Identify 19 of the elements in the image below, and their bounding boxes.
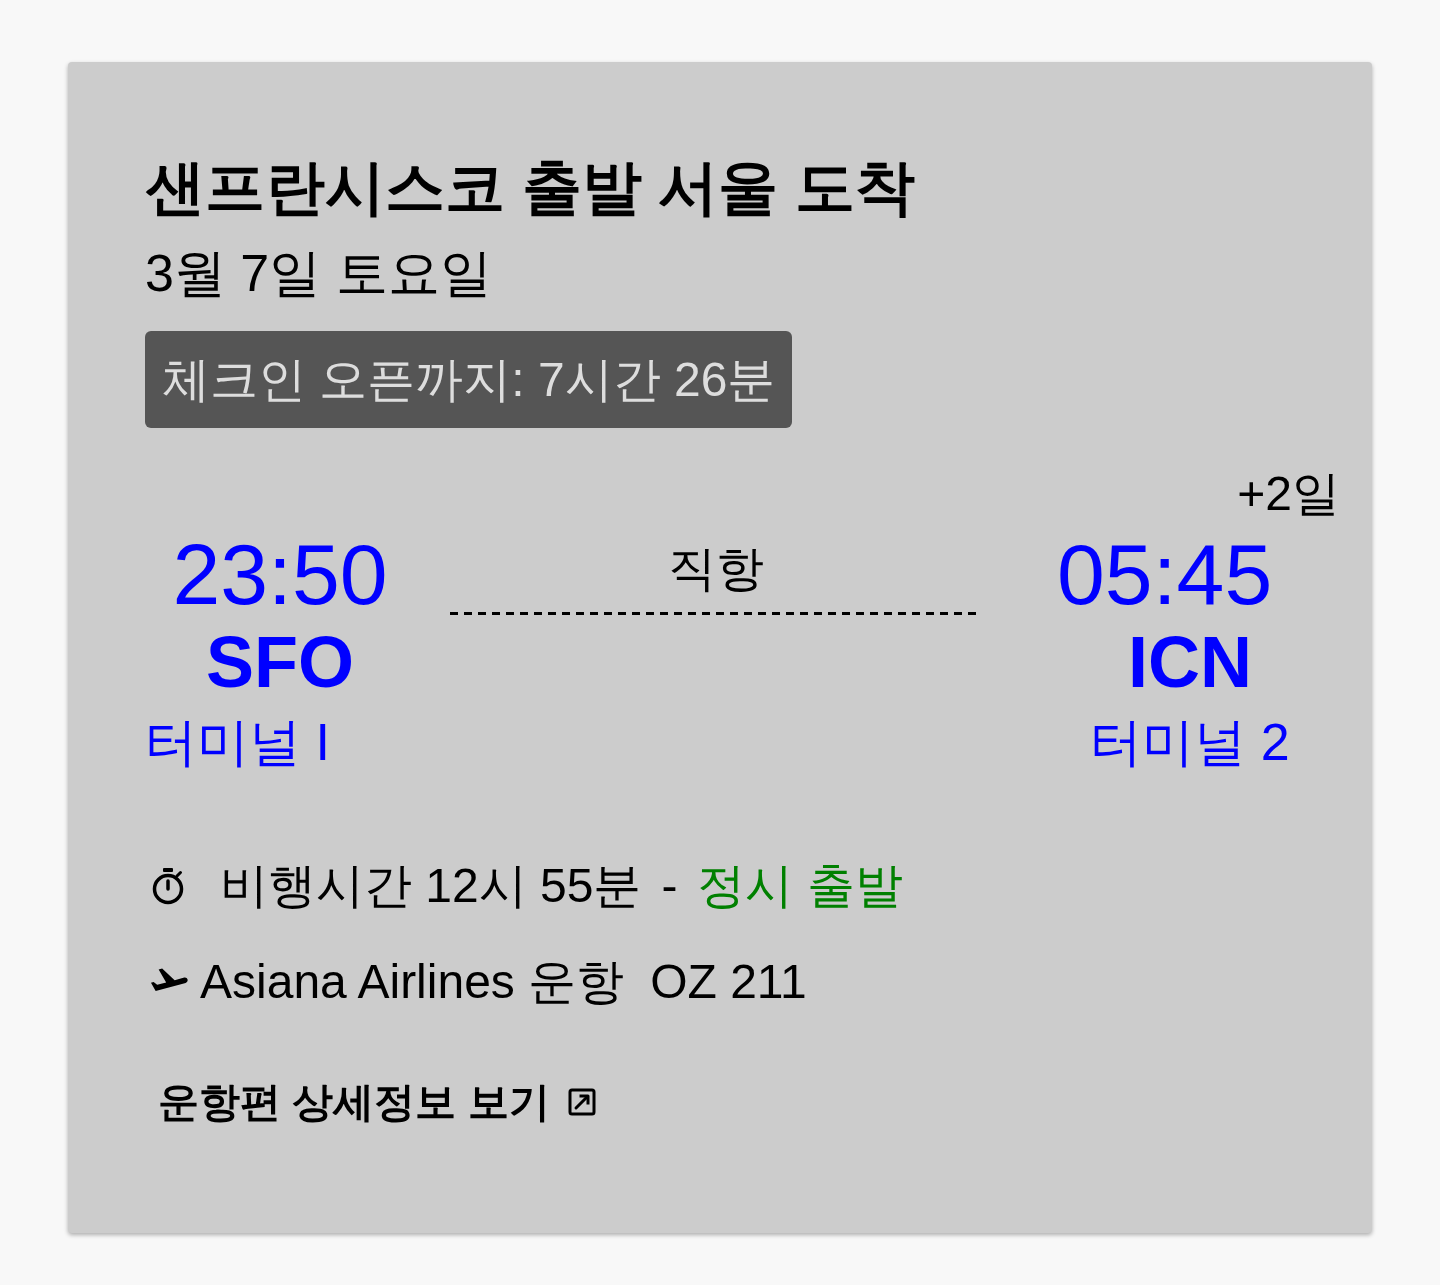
departure-time: 23:50 [172,528,388,620]
flight-date: 3월 7일 토요일 [145,243,493,304]
day-offset-label: +2일 [1237,466,1340,522]
route-title: 샌프란시스코 출발 서울 도착 [145,153,916,223]
external-link-icon [567,1088,596,1116]
stopwatch-icon [150,867,186,905]
flight-duration: 비행시간 12시 55분 [220,858,642,914]
operator-text: Asiana Airlines 운항 [200,954,625,1010]
separator-dash: - [661,858,678,914]
departure-terminal: 터미널 I [145,712,330,773]
flight-number: OZ 211 [650,954,807,1010]
departure-airport-code: SFO [206,621,354,704]
flight-details-link[interactable]: 운항편 상세정보 보기 [158,1074,596,1130]
arrival-time: 05:45 [1057,528,1273,620]
nonstop-label: 직항 [667,541,765,597]
on-time-status: 정시 출발 [697,858,903,914]
checkin-countdown-badge: 체크인 오픈까지: 7시간 26분 [145,331,793,428]
arrival-airport-code: ICN [1128,621,1252,704]
arrival-terminal: 터미널 2 [1090,712,1290,773]
